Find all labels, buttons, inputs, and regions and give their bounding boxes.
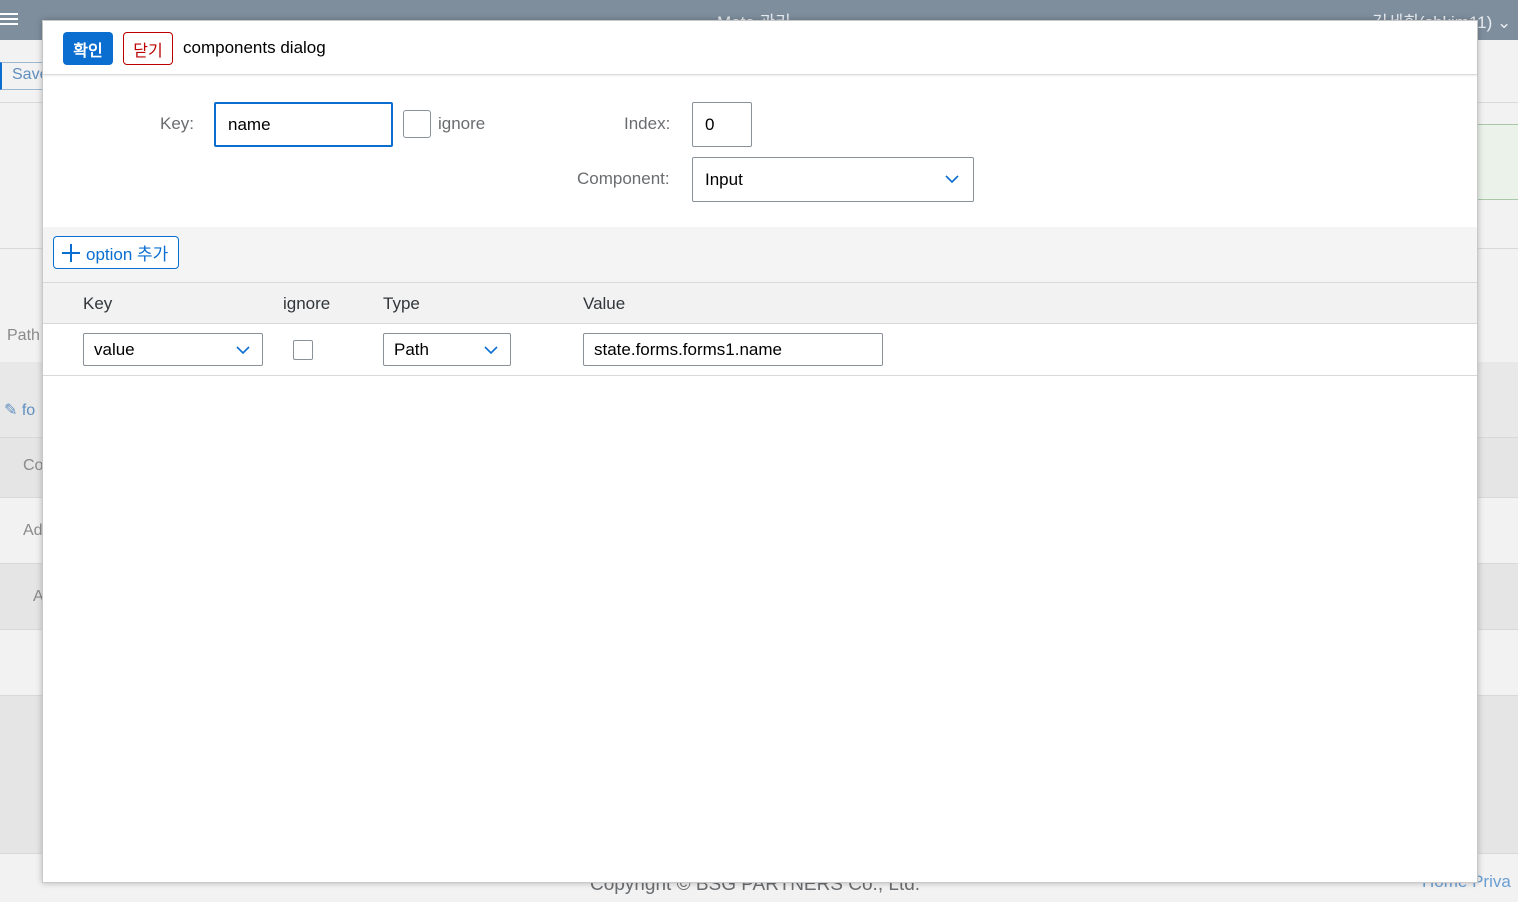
close-button[interactable]: 닫기 [123,32,173,65]
component-label: Component: [577,169,670,188]
column-header-value: Value [583,294,626,313]
ignore-checkbox[interactable] [403,110,431,138]
chevron-down-icon [945,175,959,184]
index-input[interactable]: 0 [692,102,752,147]
chevron-down-icon [236,346,250,355]
add-option-label: option 추가 [86,245,169,264]
option-key-select[interactable]: value [83,333,263,366]
background-edit-button[interactable]: ✎ fo [4,400,35,420]
pencil-icon: ✎ [4,402,18,419]
column-header-key: Key [83,294,113,313]
column-header-ignore: ignore [283,294,331,313]
ignore-label: ignore [438,114,486,133]
dialog-title: components dialog [183,38,326,57]
component-select[interactable]: Input [692,157,974,202]
option-value-input[interactable]: state.forms.forms1.name [583,333,883,366]
background-path-label: Path [7,327,40,344]
chevron-down-icon: ⌄ [1497,13,1512,32]
menu-icon[interactable] [0,10,18,28]
background-edit-label: fo [21,402,36,419]
option-key-value: value [94,339,135,359]
option-ignore-checkbox[interactable] [293,340,313,360]
background-row-label: Co [23,457,44,474]
components-dialog: 확인 닫기 components dialog Key: name ignore… [42,20,1478,883]
key-input[interactable]: name [214,102,393,147]
confirm-button[interactable]: 확인 [63,32,113,65]
index-label: Index: [624,114,671,133]
options-toolbar: option 추가 [43,227,1477,282]
add-icon [62,243,80,262]
options-table-header: Key ignore Type Value [43,282,1477,324]
option-type-value: Path [394,339,429,359]
background-row-label: Ad [23,522,43,539]
key-label: Key: [160,114,195,133]
dialog-header: 확인 닫기 components dialog [43,21,1477,75]
column-header-type: Type [383,294,420,313]
option-type-select[interactable]: Path [383,333,511,366]
chevron-down-icon [484,346,498,355]
component-form: Key: name ignore Index: 0 Component: Inp… [43,76,1477,227]
component-select-value: Input [705,169,743,189]
table-row: value Path state.forms.forms1.name [43,324,1477,376]
background-panel [1478,124,1518,200]
add-option-button[interactable]: option 추가 [53,236,180,269]
